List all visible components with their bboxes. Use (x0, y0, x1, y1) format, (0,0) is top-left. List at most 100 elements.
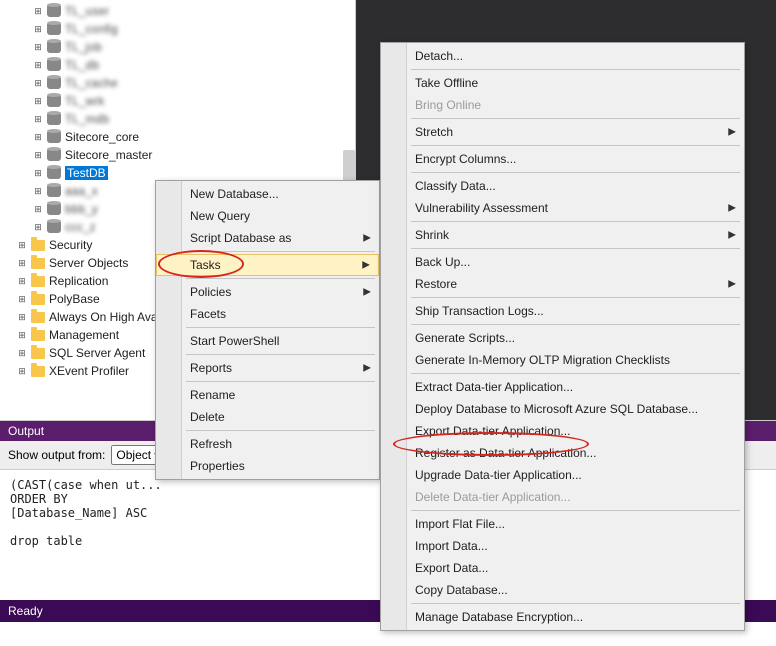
tree-item-label: TL_db (65, 58, 99, 72)
expand-icon[interactable]: ⊞ (16, 257, 28, 269)
menu-separator (411, 172, 740, 173)
expand-icon[interactable]: ⊞ (32, 221, 44, 233)
menu-item[interactable]: Properties (156, 455, 379, 477)
expand-icon[interactable]: ⊞ (32, 41, 44, 53)
menu-item[interactable]: Vulnerability Assessment▶ (381, 197, 744, 219)
folder-icon (30, 309, 46, 325)
menu-separator (186, 381, 375, 382)
folder-icon (30, 327, 46, 343)
expand-icon[interactable]: ⊞ (16, 347, 28, 359)
menu-item[interactable]: Import Flat File... (381, 513, 744, 535)
database-icon (46, 111, 62, 127)
menu-item[interactable]: Import Data... (381, 535, 744, 557)
tree-item-label: TL_user (65, 4, 109, 18)
menu-item[interactable]: Back Up... (381, 251, 744, 273)
menu-separator (411, 118, 740, 119)
menu-item[interactable]: Delete (156, 406, 379, 428)
menu-item[interactable]: Script Database as▶ (156, 227, 379, 249)
menu-separator (411, 297, 740, 298)
menu-item[interactable]: Encrypt Columns... (381, 148, 744, 170)
menu-item[interactable]: New Query (156, 205, 379, 227)
folder-icon (30, 273, 46, 289)
expand-icon[interactable]: ⊞ (32, 95, 44, 107)
tree-item-label: aaa_x (65, 184, 98, 198)
submenu-arrow-icon: ▶ (728, 279, 736, 290)
expand-icon[interactable]: ⊞ (16, 311, 28, 323)
tree-item-label: XEvent Profiler (49, 364, 129, 378)
menu-item[interactable]: Refresh (156, 433, 379, 455)
submenu-arrow-icon: ▶ (363, 287, 371, 298)
menu-item[interactable]: Rename (156, 384, 379, 406)
menu-item[interactable]: Ship Transaction Logs... (381, 300, 744, 322)
menu-item[interactable]: Export Data-tier Application... (381, 420, 744, 442)
expand-icon[interactable]: ⊞ (32, 5, 44, 17)
submenu-arrow-icon: ▶ (363, 233, 371, 244)
expand-icon[interactable]: ⊞ (32, 167, 44, 179)
menu-item[interactable]: Generate Scripts... (381, 327, 744, 349)
menu-item[interactable]: Policies▶ (156, 281, 379, 303)
menu-separator (411, 373, 740, 374)
tree-item[interactable]: ⊞TL_job (6, 38, 355, 56)
menu-item[interactable]: Generate In-Memory OLTP Migration Checkl… (381, 349, 744, 371)
expand-icon[interactable]: ⊞ (32, 77, 44, 89)
tree-item[interactable]: ⊞Sitecore_master (6, 146, 355, 164)
menu-item[interactable]: Export Data... (381, 557, 744, 579)
expand-icon[interactable]: ⊞ (32, 131, 44, 143)
tree-item[interactable]: ⊞TL_mdb (6, 110, 355, 128)
expand-icon[interactable]: ⊞ (32, 23, 44, 35)
tree-item[interactable]: ⊞ TL_db (6, 56, 355, 74)
tree-item[interactable]: ⊞Sitecore_core (6, 128, 355, 146)
menu-separator (186, 251, 375, 252)
menu-item[interactable]: Copy Database... (381, 579, 744, 601)
tree-item[interactable]: ⊞ TL_config (6, 20, 355, 38)
expand-icon[interactable]: ⊞ (16, 365, 28, 377)
menu-item[interactable]: Reports▶ (156, 357, 379, 379)
menu-item[interactable]: Restore▶ (381, 273, 744, 295)
database-icon (46, 183, 62, 199)
menu-separator (411, 603, 740, 604)
menu-item[interactable]: Register as Data-tier Application... (381, 442, 744, 464)
menu-item[interactable]: Deploy Database to Microsoft Azure SQL D… (381, 398, 744, 420)
expand-icon[interactable]: ⊞ (16, 239, 28, 251)
tree-item[interactable]: ⊞ TL_cache (6, 74, 355, 92)
menu-item[interactable]: New Database... (156, 183, 379, 205)
menu-item: Delete Data-tier Application... (381, 486, 744, 508)
expand-icon[interactable]: ⊞ (32, 185, 44, 197)
expand-icon[interactable]: ⊞ (32, 149, 44, 161)
menu-item[interactable]: Classify Data... (381, 175, 744, 197)
menu-separator (411, 324, 740, 325)
database-icon (46, 3, 62, 19)
menu-item[interactable]: Tasks▶ (156, 254, 379, 276)
expand-icon[interactable]: ⊞ (32, 113, 44, 125)
expand-icon[interactable]: ⊞ (32, 203, 44, 215)
menu-item[interactable]: Shrink▶ (381, 224, 744, 246)
tree-item-label: Replication (49, 274, 108, 288)
menu-item[interactable]: Detach... (381, 45, 744, 67)
tree-item[interactable]: ⊞TL_wrk (6, 92, 355, 110)
menu-item[interactable]: Manage Database Encryption... (381, 606, 744, 628)
submenu-arrow-icon: ▶ (728, 203, 736, 214)
tree-item-label: TL_config (65, 22, 118, 36)
expand-icon[interactable]: ⊞ (32, 59, 44, 71)
menu-item[interactable]: Take Offline (381, 72, 744, 94)
submenu-arrow-icon: ▶ (728, 127, 736, 138)
folder-icon (30, 291, 46, 307)
menu-separator (411, 510, 740, 511)
folder-icon (30, 237, 46, 253)
menu-item[interactable]: Facets (156, 303, 379, 325)
menu-item[interactable]: Extract Data-tier Application... (381, 376, 744, 398)
menu-separator (186, 354, 375, 355)
tree-item-label: ccc_z (65, 220, 96, 234)
database-icon (46, 201, 62, 217)
database-context-menu[interactable]: New Database...New QueryScript Database … (155, 180, 380, 480)
expand-icon[interactable]: ⊞ (16, 329, 28, 341)
tree-item-label: bbb_y (65, 202, 98, 216)
menu-item[interactable]: Stretch▶ (381, 121, 744, 143)
expand-icon[interactable]: ⊞ (16, 275, 28, 287)
expand-icon[interactable]: ⊞ (16, 293, 28, 305)
menu-item[interactable]: Upgrade Data-tier Application... (381, 464, 744, 486)
tree-item[interactable]: ⊞ TL_user (6, 2, 355, 20)
menu-item[interactable]: Start PowerShell (156, 330, 379, 352)
tasks-submenu[interactable]: Detach...Take OfflineBring OnlineStretch… (380, 42, 745, 631)
tree-item-label: TL_cache (65, 76, 118, 90)
